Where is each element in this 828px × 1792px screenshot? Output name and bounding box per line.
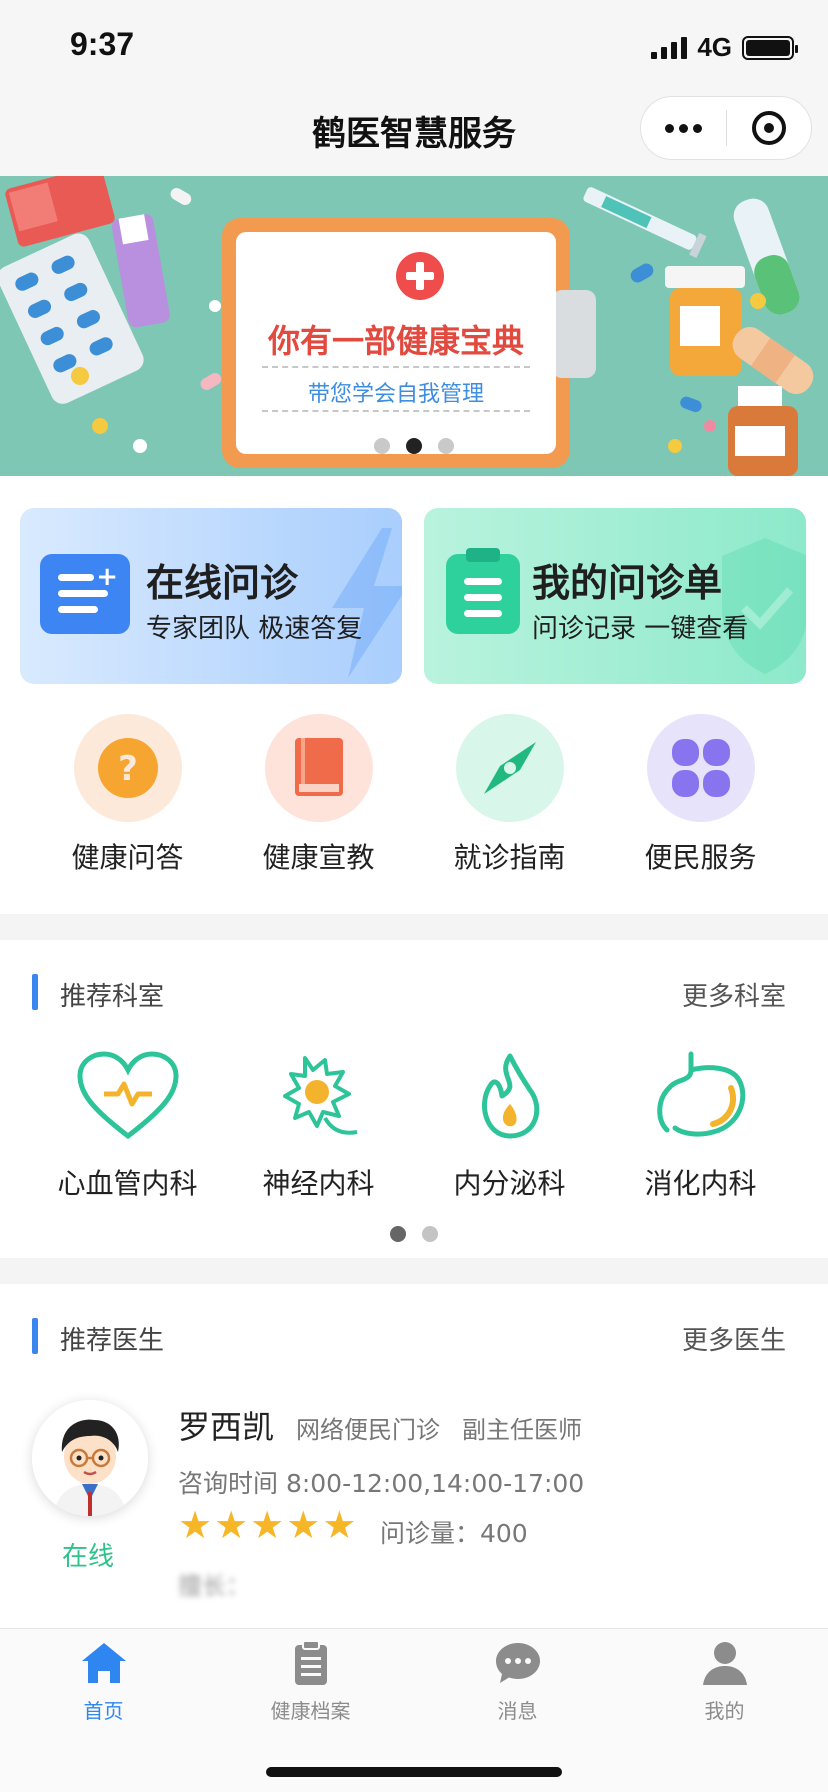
doctor-name[interactable]: 罗西凯 [178, 1402, 274, 1448]
book-icon [264, 714, 373, 822]
department-neurology[interactable]: 神经内科 [223, 1048, 414, 1202]
department-cardiology[interactable]: 心血管内科 [32, 1048, 223, 1202]
tab-label: 我的 [704, 1699, 745, 1723]
banner-pagination [374, 438, 454, 454]
heart-icon [76, 1051, 179, 1140]
status-indicators: 4G [651, 32, 798, 63]
question-icon: ? [73, 714, 182, 822]
more-icon [664, 123, 702, 133]
tab-label: 首页 [83, 1699, 124, 1723]
clipboard-list-icon [446, 548, 520, 634]
department-gastroenterology[interactable]: 消化内科 [605, 1048, 796, 1202]
department-dot-active[interactable] [390, 1226, 406, 1242]
doctor-rating: ★ ★ ★ ★ ★ [178, 1506, 356, 1544]
card-subtitle: 专家团队 极速答复 [146, 614, 363, 644]
doctor-avatar[interactable] [32, 1400, 148, 1516]
shortcut-grid: ? 健康问答 健康宣教 就诊指南 便民服务 [0, 714, 828, 876]
grid-icon [646, 714, 755, 822]
my-consult-list-card[interactable]: 我的问诊单 问诊记录 一键查看 [424, 508, 806, 684]
tab-home[interactable]: 首页 [0, 1629, 207, 1724]
card-title: 我的问诊单 [532, 561, 723, 605]
doctor-clinic: 网络便民门诊 [296, 1416, 440, 1444]
recommended-doctors: 推荐医生 更多医生 在线 罗西凯 网络便民门诊 副主任医师 咨询时间 8:00-… [0, 1284, 828, 1628]
shortcut-health-education[interactable]: 健康宣教 [223, 714, 414, 876]
banner-dot-active[interactable] [406, 438, 422, 454]
mini-program-capsule [640, 96, 812, 160]
card-subtitle: 问诊记录 一键查看 [532, 614, 749, 644]
online-consult-card[interactable]: + 在线问诊 专家团队 极速答复 [20, 508, 402, 684]
shortcut-health-qa[interactable]: ? 健康问答 [32, 714, 223, 876]
star-icon: ★ [286, 1503, 321, 1547]
doctor-title: 副主任医师 [462, 1416, 582, 1444]
doctor-specialty: 擅长： [178, 1572, 250, 1600]
quick-entry-section: + 在线问诊 专家团队 极速答复 我的问诊单 问诊记录 一键查看 ? 健康问答 [0, 476, 828, 914]
section-header: 推荐科室 更多科室 [0, 972, 828, 1012]
card-title: 在线问诊 [146, 561, 299, 605]
shortcut-label: 健康问答 [71, 841, 184, 874]
more-button[interactable] [641, 97, 726, 159]
banner-dot[interactable] [438, 438, 454, 454]
department-endocrinology[interactable]: 内分泌科 [414, 1048, 605, 1202]
section-title: 推荐科室 [60, 982, 165, 1012]
star-icon: ★ [322, 1503, 357, 1547]
star-icon: ★ [250, 1503, 285, 1547]
user-icon [702, 1642, 747, 1685]
home-icon [81, 1643, 126, 1683]
department-pagination [390, 1226, 438, 1242]
tab-profile[interactable]: 我的 [621, 1629, 828, 1724]
home-indicator [266, 1767, 562, 1777]
signal-icon [651, 36, 688, 59]
shield-icon [722, 538, 806, 674]
department-list: 心血管内科 神经内科 内分泌科 消化内科 [0, 1048, 828, 1202]
lightning-icon [332, 528, 402, 678]
doctor-status: 在线 [62, 1542, 115, 1572]
clipboard-icon [294, 1640, 327, 1685]
department-label: 心血管内科 [57, 1167, 198, 1200]
neuron-icon [282, 1056, 357, 1135]
tab-label: 健康档案 [270, 1699, 351, 1723]
medical-cross-icon [396, 252, 444, 300]
department-label: 消化内科 [644, 1167, 757, 1200]
tab-health-records[interactable]: 健康档案 [207, 1629, 414, 1724]
network-type: 4G [697, 32, 732, 62]
target-icon [751, 111, 786, 145]
tab-messages[interactable]: 消息 [414, 1629, 621, 1724]
message-icon [495, 1643, 540, 1683]
star-icon: ★ [214, 1503, 249, 1547]
chat-icon: + [40, 554, 130, 634]
more-departments-link[interactable]: 更多科室 [682, 976, 786, 1013]
shortcut-label: 便民服务 [644, 841, 757, 874]
banner-subtitle: 带您学会自我管理 [307, 382, 484, 407]
banner-title: 你有一部健康宝典 [267, 322, 524, 360]
flame-icon [481, 1053, 539, 1139]
banner-clipboard: 你有一部健康宝典 带您学会自我管理 [222, 218, 596, 468]
section-title: 推荐医生 [60, 1326, 165, 1356]
department-dot[interactable] [422, 1226, 438, 1242]
shortcut-label: 健康宣教 [262, 841, 375, 874]
banner-carousel[interactable]: 你有一部健康宝典 带您学会自我管理 [0, 176, 828, 476]
banner-dot[interactable] [374, 438, 390, 454]
compass-icon [455, 714, 564, 822]
star-icon: ★ [178, 1503, 213, 1547]
status-bar: 9:37 4G [0, 0, 828, 100]
department-label: 神经内科 [262, 1167, 375, 1200]
status-time: 9:37 [70, 26, 135, 62]
svg-text:?: ? [118, 749, 138, 789]
tab-label: 消息 [497, 1699, 538, 1723]
recommended-departments: 推荐科室 更多科室 心血管内科 神经内科 内分泌科 消化内科 [0, 940, 828, 1258]
doctor-consult-time: 咨询时间 8:00-12:00,14:00-17:00 [178, 1469, 585, 1498]
section-header: 推荐医生 更多医生 [0, 1316, 828, 1356]
nav-bar: 鹤医智慧服务 [0, 96, 828, 176]
shortcut-convenience-service[interactable]: 便民服务 [605, 714, 796, 876]
stomach-icon [656, 1051, 745, 1137]
close-button[interactable] [727, 97, 812, 159]
battery-icon [742, 35, 798, 60]
shortcut-label: 就诊指南 [453, 841, 566, 874]
shortcut-visit-guide[interactable]: 就诊指南 [414, 714, 605, 876]
tab-bar: 首页 健康档案 消息 我的 [0, 1628, 828, 1792]
more-doctors-link[interactable]: 更多医生 [682, 1320, 786, 1357]
doctor-consult-count: 问诊量：400 [380, 1519, 528, 1548]
department-label: 内分泌科 [453, 1167, 566, 1200]
